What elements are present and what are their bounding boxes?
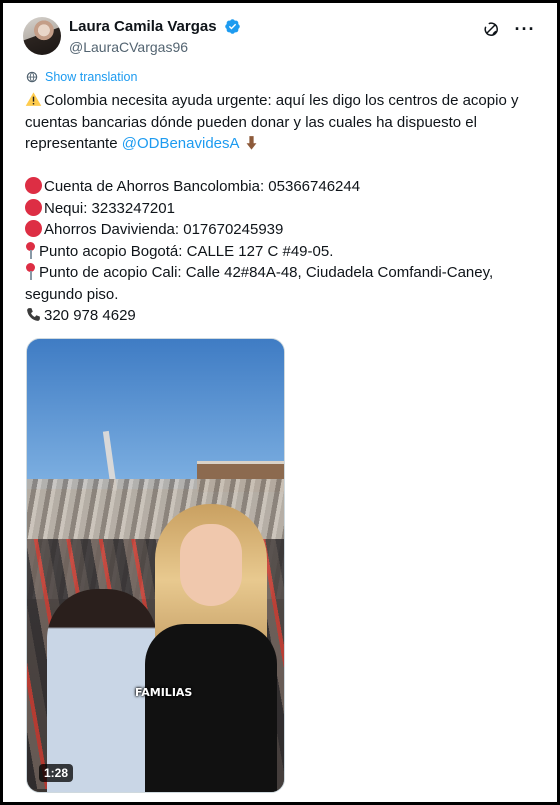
tweet-intro: Colombia necesita ayuda urgente: aquí le… xyxy=(25,92,519,152)
avatar[interactable] xyxy=(23,17,61,55)
show-translation-label[interactable]: Show translation xyxy=(45,70,137,84)
line-6: 320 978 4629 xyxy=(25,305,537,327)
line-4: Punto acopio Bogotá: CALLE 127 C #49-05. xyxy=(25,241,537,263)
video-duration-badge: 1:28 xyxy=(39,764,74,782)
tweet-intro-paragraph: Colombia necesita ayuda urgente: aquí le… xyxy=(25,90,537,155)
grok-icon[interactable] xyxy=(481,19,501,39)
red-circle-icon xyxy=(25,198,42,216)
mention-link[interactable]: @ODBenavidesA xyxy=(122,135,239,152)
tweet-card: Laura Camila Vargas @LauraCVargas96 ··· … xyxy=(0,0,560,805)
author-names: Laura Camila Vargas @LauraCVargas96 xyxy=(69,18,241,55)
video-caption: FAMILIAS xyxy=(135,686,193,699)
tweet-text: Colombia necesita ayuda urgente: aquí le… xyxy=(25,90,537,327)
show-translation-link[interactable]: Show translation xyxy=(25,70,137,84)
presenter-top xyxy=(145,624,277,792)
author-display-name[interactable]: Laura Camila Vargas xyxy=(69,18,217,35)
verified-badge-icon xyxy=(225,19,240,35)
line-1: Cuenta de Ahorros Bancolombia: 053667462… xyxy=(25,176,537,198)
red-circle-icon xyxy=(25,177,42,194)
line-text: Punto acopio Bogotá: CALLE 127 C #49-05. xyxy=(39,242,334,260)
line-text: Cuenta de Ahorros Bancolombia: 053667462… xyxy=(44,178,361,195)
pointing-down-icon xyxy=(246,136,257,150)
video-presenter xyxy=(135,504,284,792)
pin-icon xyxy=(25,263,35,280)
line-text: Nequi: 3233247201 xyxy=(44,199,175,217)
video-player[interactable]: FAMILIAS 1:28 xyxy=(26,338,285,793)
line-text: 320 978 4629 xyxy=(44,307,136,324)
globe-icon xyxy=(26,71,38,83)
more-icon[interactable]: ··· xyxy=(515,19,535,39)
author-handle[interactable]: @LauraCVargas96 xyxy=(69,39,241,55)
line-2: Nequi: 3233247201 xyxy=(25,198,537,220)
line-5: Punto de acopio Cali: Calle 42#84A-48, C… xyxy=(25,262,537,305)
warning-icon xyxy=(25,92,42,106)
presenter-face xyxy=(180,524,242,606)
line-3: Ahorros Davivienda: 017670245939 xyxy=(25,219,537,241)
line-text: Punto de acopio Cali: Calle 42#84A-48, C… xyxy=(25,264,494,303)
pin-icon xyxy=(25,241,35,259)
header-actions: ··· xyxy=(481,19,535,39)
phone-icon xyxy=(27,308,40,321)
red-circle-icon xyxy=(25,220,42,237)
line-text: Ahorros Davivienda: 017670245939 xyxy=(44,221,284,238)
tweet-header: Laura Camila Vargas @LauraCVargas96 ··· xyxy=(23,15,541,59)
